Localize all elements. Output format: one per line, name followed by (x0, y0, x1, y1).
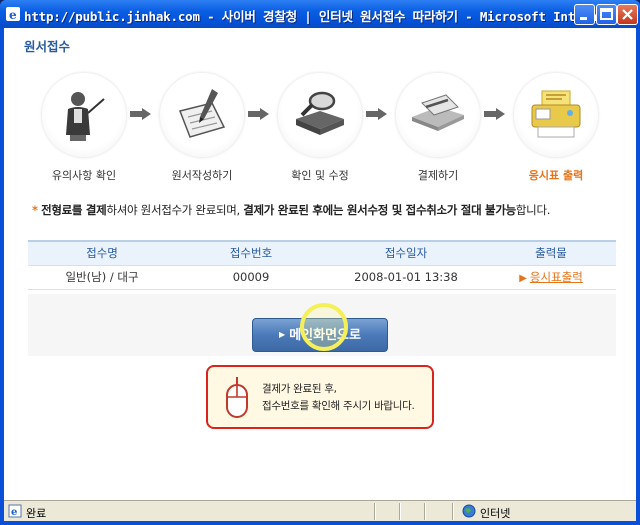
minimize-icon (580, 17, 587, 20)
step-label: 확인 및 수정 (291, 169, 349, 182)
print-ticket-link[interactable]: ▶ 응시표출력 (486, 265, 616, 290)
application-table: 접수명 접수번호 접수일자 출력물 일반(남) / 대구 00009 2008-… (28, 240, 616, 290)
step-label: 유의사항 확인 (51, 169, 117, 182)
step-label-active: 응시표 출력 (528, 169, 584, 182)
info-line-1: 결제가 완료된 후, (262, 383, 337, 395)
maximize-button[interactable] (596, 4, 617, 25)
status-bar: e 완료 인터넷 (4, 500, 636, 521)
arrow-right-icon (248, 108, 269, 120)
security-zone: 인터넷 (480, 507, 511, 520)
application-name: 일반(남) / 대구 (28, 265, 176, 290)
notice-bold-2: 결제가 완료된 후에는 원서수정 및 접수취소가 절대 불가능 (243, 203, 516, 217)
application-date: 2008-01-01 13:38 (326, 265, 486, 290)
required-asterisk: * (32, 203, 38, 217)
table-header-row: 접수명 접수번호 접수일자 출력물 (28, 240, 616, 266)
close-icon (622, 9, 633, 20)
main-page-button-label: 메인화면으로 (289, 328, 361, 343)
print-ticket-label[interactable]: 응시표출력 (530, 270, 583, 284)
play-arrow-icon: ▶ (519, 273, 527, 284)
svg-text:e: e (11, 507, 17, 518)
notice-bold-1: 전형료를 결제 (41, 203, 107, 217)
magnifier-book-icon (296, 91, 344, 135)
arrow-right-icon (130, 108, 151, 120)
info-box: 결제가 완료된 후, 접수번호를 확인해 주시기 바랍니다. (206, 365, 434, 429)
column-header-number: 접수번호 (176, 240, 326, 266)
column-header-date: 접수일자 (326, 240, 486, 266)
arrow-right-icon (484, 108, 505, 120)
maximize-icon (600, 8, 613, 20)
step-label: 결제하기 (417, 169, 459, 182)
column-header-output: 출력물 (486, 240, 616, 266)
title-bar[interactable]: e http://public.jinhak.com - 사이버 경찰청 | 인… (0, 0, 640, 28)
minimize-button[interactable] (574, 4, 595, 25)
table-row: 일반(남) / 대구 00009 2008-01-01 13:38 ▶ 응시표출력 (28, 265, 616, 290)
globe-icon (462, 504, 476, 518)
presenter-icon (66, 92, 105, 141)
main-page-button[interactable]: ▶ 메인화면으로 (252, 318, 388, 352)
close-button[interactable] (617, 4, 638, 25)
card-payment-icon (412, 94, 464, 131)
payment-notice: * 전형료를 결제하셔야 원서접수가 완료되며, 결제가 완료된 후에는 원서수… (32, 202, 550, 218)
info-line-2: 접수번호를 확인해 주시기 바랍니다. (262, 400, 415, 412)
play-arrow-icon: ▶ (279, 330, 286, 339)
page-done-icon: e (8, 504, 22, 518)
arrow-right-icon (366, 108, 387, 120)
window-title: http://public.jinhak.com - 사이버 경찰청 | 인터넷… (24, 9, 620, 24)
svg-text:e: e (9, 8, 17, 22)
page-content: 원서접수 유의사항 확인 원서작성하기 확인 및 수정 결제하기 응시표 출력 … (4, 28, 636, 500)
step-label: 원서작성하기 (171, 169, 233, 182)
mouse-icon (226, 377, 248, 418)
notice-text-2: 합니다. (515, 203, 551, 217)
ie-icon: e (6, 7, 20, 22)
browser-window: e http://public.jinhak.com - 사이버 경찰청 | 인… (0, 0, 640, 525)
application-number: 00009 (176, 265, 326, 290)
printer-icon (531, 90, 581, 138)
notice-text-1: 하셔야 원서접수가 완료되며, (106, 203, 244, 217)
column-header-name: 접수명 (28, 240, 176, 266)
status-text: 완료 (26, 507, 47, 520)
page-title: 원서접수 (24, 39, 71, 54)
form-pen-icon (178, 89, 226, 138)
